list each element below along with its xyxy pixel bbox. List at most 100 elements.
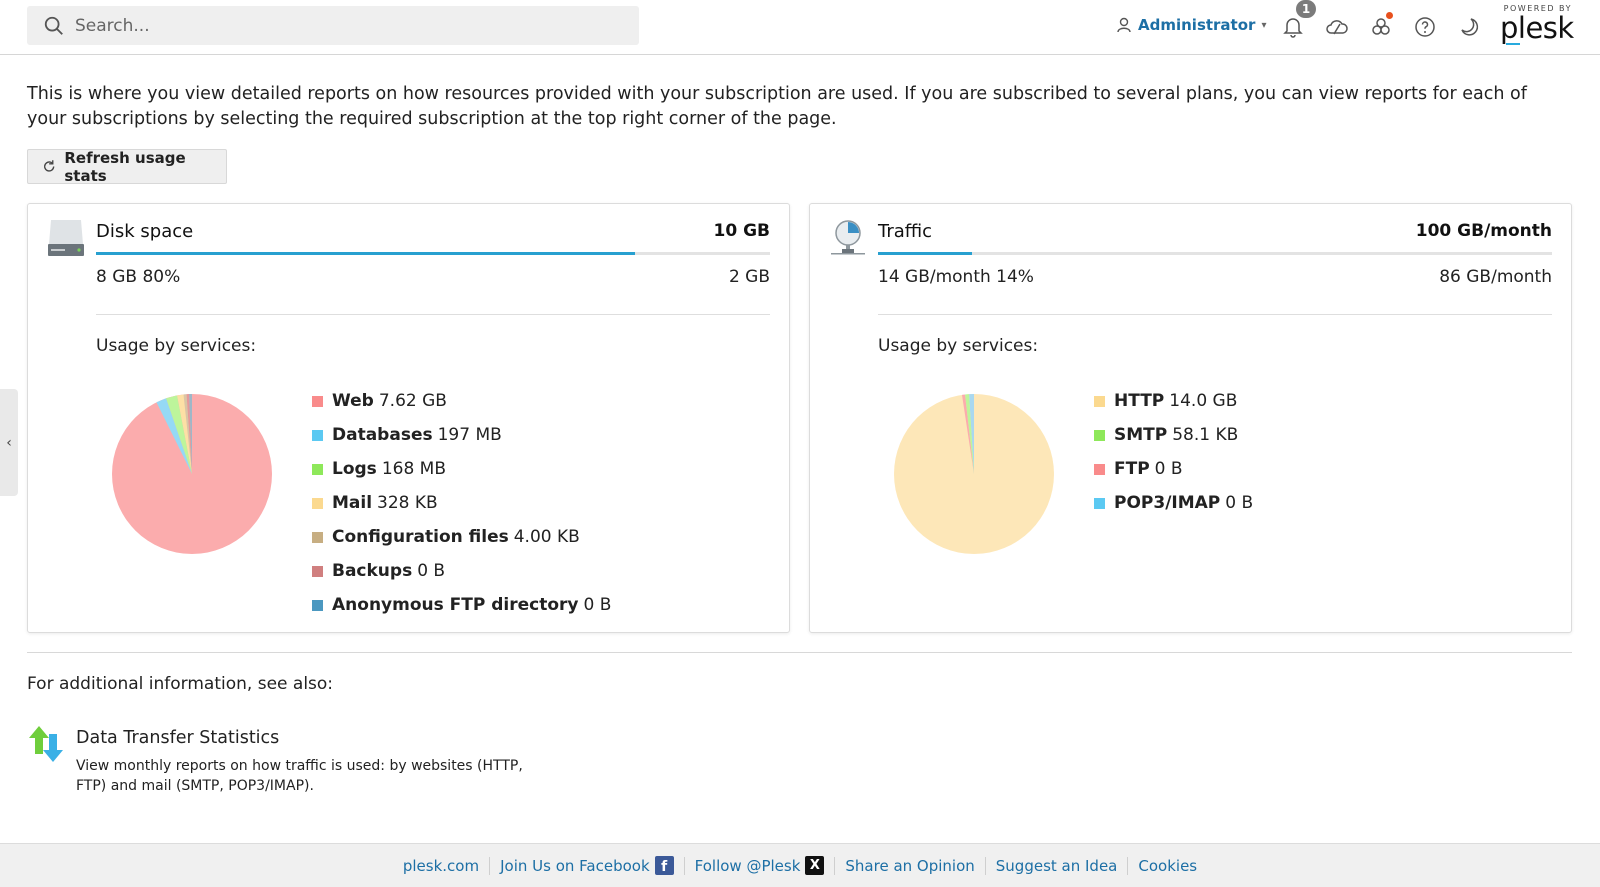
legend-swatch [312,497,323,509]
legend-item-smtp: SMTP 58.1 KB [1094,418,1253,452]
usage-by-services-label: Usage by services: [878,336,1039,356]
disk-space-card: Disk space 10 GB 8 GB 80% 2 GB Usage by … [27,203,790,633]
legend-value: 14.0 GB [1169,391,1238,411]
footer: plesk.com Join Us on Facebook f Follow @P… [0,843,1600,887]
legend-swatch [312,531,323,543]
user-menu[interactable]: Administrator ▾ [1117,16,1266,34]
legend-name: Web [332,391,374,411]
legend-name: Logs [332,459,377,479]
legend-swatch [1094,497,1105,509]
legend-value: 7.62 GB [378,391,447,411]
logo-underline [1506,43,1520,45]
traffic-legend: HTTP 14.0 GB SMTP 58.1 KB FTP 0 B POP3/IMAP… [1094,384,1253,520]
legend-name: SMTP [1114,425,1168,445]
divider [96,314,770,315]
legend-item-web: Web 7.62 GB [312,384,611,418]
usage-by-services-label: Usage by services: [96,336,257,356]
cloud-icon[interactable] [1324,14,1350,40]
disk-usage-pie-chart [112,394,272,554]
sidebar-expand-toggle[interactable]: ‹ [0,389,18,496]
footer-link-facebook[interactable]: Join Us on Facebook f [490,856,684,875]
legend-name: FTP [1114,459,1150,479]
legend-value: 4.00 KB [513,527,580,547]
extensions-alert-dot [1386,12,1393,19]
data-transfer-statistics-description: View monthly reports on how traffic is u… [76,758,523,794]
footer-link-label: Follow @Plesk [694,856,801,875]
traffic-usage-bar [878,252,1552,255]
traffic-title: Traffic [878,221,933,242]
notification-badge: 1 [1296,0,1316,18]
disk-remaining-label: 2 GB [728,267,770,287]
legend-name: Backups [332,561,413,581]
help-icon[interactable] [1412,14,1438,40]
disk-usage-bar [96,252,770,255]
legend-name: Configuration files [332,527,509,547]
legend-value: 0 B [1154,459,1183,479]
legend-item-anonymous-ftp: Anonymous FTP directory 0 B [312,588,611,622]
legend-item-logs: Logs 168 MB [312,452,611,486]
traffic-meter-icon [829,218,867,263]
disk-usage-bar-fill [96,252,636,255]
user-name: Administrator [1138,16,1256,34]
disk-space-title: Disk space [96,221,194,242]
chevron-down-icon: ▾ [1261,19,1267,31]
footer-link-cookies[interactable]: Cookies [1128,857,1207,875]
legend-value: 0 B [1225,493,1254,513]
legend-swatch [312,599,323,611]
notifications-icon[interactable] [1280,14,1306,40]
footer-link-label: Cookies [1138,856,1198,875]
legend-value: 0 B [417,561,446,581]
footer-link-follow-plesk[interactable]: Follow @Plesk X [685,856,835,875]
legend-item-http: HTTP 14.0 GB [1094,384,1253,418]
traffic-usage-pie-chart [894,394,1054,554]
legend-swatch [1094,395,1105,407]
hard-drive-icon [47,218,85,263]
legend-value: 58.1 KB [1172,425,1239,445]
data-transfer-statistics-link[interactable]: Data Transfer Statistics [76,728,279,748]
footer-link-label: Suggest an Idea [995,856,1118,875]
refresh-usage-stats-button[interactable]: Refresh usage stats [27,149,227,185]
data-transfer-icon[interactable] [27,724,67,769]
x-icon: X [805,856,825,875]
footer-link-label: Join Us on Facebook [500,856,650,875]
legend-swatch [312,395,323,407]
traffic-card: Traffic 100 GB/month 14 GB/month 14% 86 … [809,203,1572,633]
footer-link-label: Share an Opinion [845,856,975,875]
traffic-limit: 100 GB/month [1415,221,1552,241]
legend-value: 328 KB [377,493,438,513]
search-box[interactable] [27,6,639,45]
plesk-logo[interactable]: POWERED BY plesk [1500,4,1574,45]
legend-swatch [1094,429,1105,441]
footer-link-suggest-idea[interactable]: Suggest an Idea [986,857,1128,875]
legend-swatch [312,463,323,475]
legend-value: 0 B [583,595,612,615]
search-input[interactable] [75,15,615,36]
traffic-remaining-label: 86 GB/month [1439,267,1552,287]
dark-mode-icon[interactable] [1456,14,1482,40]
divider [878,314,1552,315]
search-icon [44,16,63,35]
disk-used-label: 8 GB 80% [96,267,181,287]
legend-name: Databases [332,425,433,445]
legend-swatch [312,565,323,577]
legend-name: HTTP [1114,391,1165,411]
intro-text: This is where you view detailed reports … [27,84,1527,129]
user-icon [1117,17,1131,33]
disk-space-limit: 10 GB [713,221,771,241]
additional-info-heading: For additional information, see also: [27,674,334,694]
divider [27,652,1572,653]
footer-link-label: plesk.com [402,856,480,875]
legend-value: 197 MB [437,425,502,445]
legend-item-databases: Databases 197 MB [312,418,611,452]
footer-link-plesk-com[interactable]: plesk.com [393,857,489,875]
legend-swatch [1094,463,1105,475]
chevron-left-icon: ‹ [6,434,12,451]
logo-text: plesk [1500,11,1574,45]
legend-item-configuration-files: Configuration files 4.00 KB [312,520,611,554]
traffic-usage-bar-fill [878,252,973,255]
legend-item-backups: Backups 0 B [312,554,611,588]
footer-link-share-opinion[interactable]: Share an Opinion [835,857,984,875]
legend-item-ftp: FTP 0 B [1094,452,1253,486]
legend-name: Anonymous FTP directory [332,595,579,615]
legend-item-mail: Mail 328 KB [312,486,611,520]
